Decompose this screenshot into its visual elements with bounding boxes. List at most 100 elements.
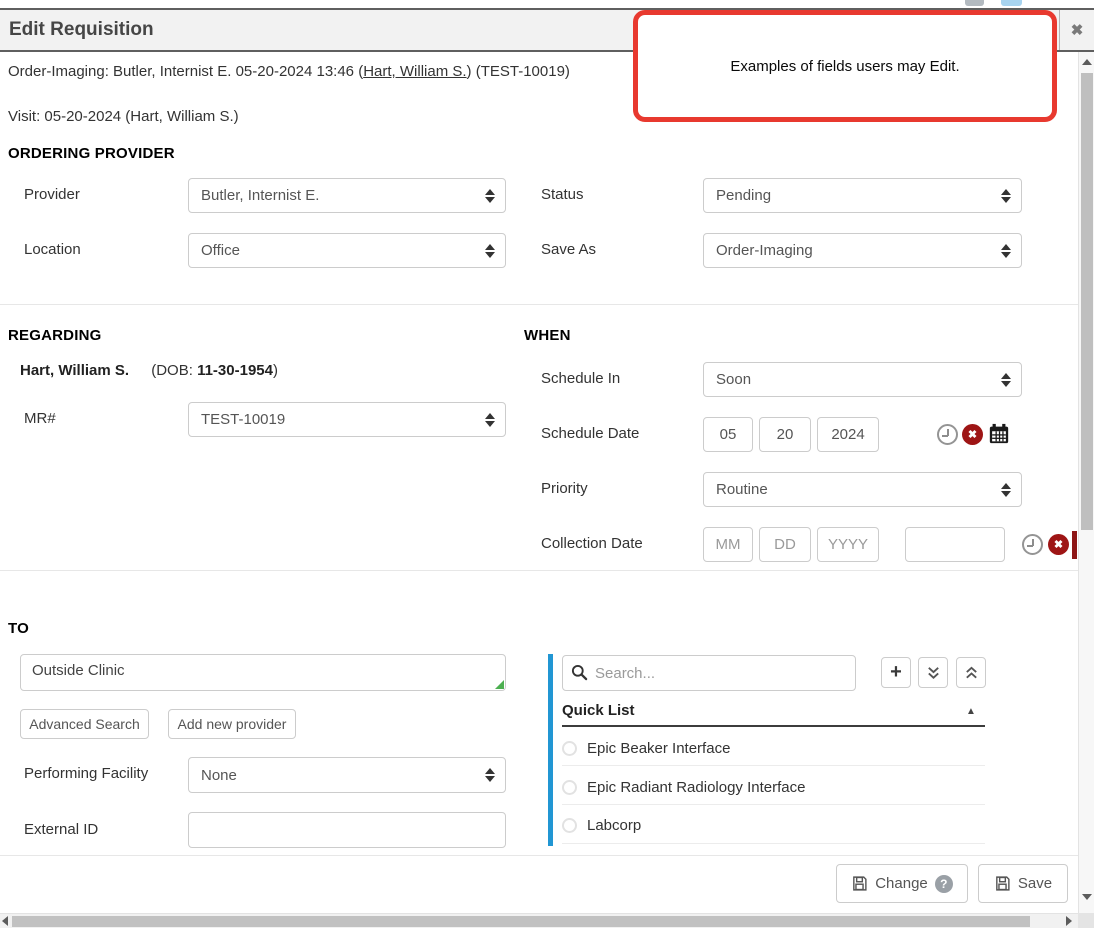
provider-value: Butler, Internist E.	[201, 187, 319, 204]
section-when: WHEN	[524, 327, 571, 344]
schedule-in-select[interactable]: Soon	[703, 362, 1022, 397]
search-icon	[571, 664, 588, 681]
vertical-scroll-thumb[interactable]	[1081, 73, 1093, 530]
schedule-date-label: Schedule Date	[541, 425, 639, 442]
list-divider	[562, 765, 985, 766]
annotation-text: Examples of fields users may Edit.	[730, 58, 959, 75]
background-icon-blue	[1001, 0, 1022, 6]
save-button[interactable]: Save	[978, 864, 1068, 903]
mr-label: MR#	[24, 410, 56, 427]
quick-list-item-label: Epic Beaker Interface	[587, 740, 730, 757]
order-summary-line: Order-Imaging: Butler, Internist E. 05-2…	[8, 63, 570, 80]
select-updown-icon	[1001, 244, 1011, 258]
mr-select[interactable]: TEST-10019	[188, 402, 506, 437]
collapse-all-button[interactable]	[956, 657, 986, 688]
plus-icon: +	[890, 661, 902, 684]
performing-facility-select[interactable]: None	[188, 757, 506, 793]
radio-icon[interactable]	[562, 818, 577, 833]
select-updown-icon	[485, 244, 495, 258]
quick-list-item[interactable]: Labcorp	[562, 810, 985, 840]
schedule-time-icon[interactable]	[937, 424, 958, 445]
section-ordering-provider: ORDERING PROVIDER	[8, 145, 175, 162]
horizontal-scroll-thumb[interactable]	[12, 916, 1030, 927]
status-value: Pending	[716, 187, 771, 204]
location-select[interactable]: Office	[188, 233, 506, 268]
save-as-select[interactable]: Order-Imaging	[703, 233, 1022, 268]
quick-list-collapse-icon[interactable]: ▲	[966, 706, 976, 717]
collection-clear-icon[interactable]: ✖	[1048, 534, 1069, 555]
quick-list-item-label: Epic Radiant Radiology Interface	[587, 779, 805, 796]
list-divider	[562, 843, 985, 844]
location-label: Location	[24, 241, 81, 258]
quick-list-title: Quick List	[562, 702, 635, 719]
patient-link[interactable]: Hart, William S.	[363, 63, 466, 80]
vertical-scrollbar[interactable]	[1078, 52, 1094, 913]
divider	[0, 304, 1078, 305]
scroll-right-icon[interactable]	[1066, 916, 1072, 926]
performing-facility-label: Performing Facility	[24, 765, 148, 782]
advanced-search-button[interactable]: Advanced Search	[20, 709, 149, 739]
scroll-left-icon[interactable]	[2, 916, 8, 926]
expand-all-button[interactable]	[918, 657, 948, 688]
external-id-input[interactable]	[188, 812, 506, 848]
annotation-callout: Examples of fields users may Edit.	[633, 10, 1057, 122]
priority-select[interactable]: Routine	[703, 472, 1022, 507]
scroll-down-icon[interactable]	[1082, 894, 1092, 900]
mr-value: TEST-10019	[201, 411, 285, 428]
collection-day-input[interactable]	[759, 527, 811, 562]
double-chevron-down-icon	[926, 665, 941, 681]
clear-glyph: ✖	[968, 428, 977, 441]
priority-label: Priority	[541, 480, 588, 497]
scrollbar-corner	[1078, 913, 1094, 928]
divider	[0, 855, 1078, 856]
horizontal-scrollbar[interactable]	[0, 913, 1094, 928]
select-updown-icon	[1001, 373, 1011, 387]
collection-calendar-icon[interactable]	[1072, 531, 1077, 559]
section-to: TO	[8, 620, 29, 637]
quick-list-item[interactable]: Epic Beaker Interface	[562, 733, 985, 763]
scroll-up-icon[interactable]	[1082, 59, 1092, 65]
radio-icon[interactable]	[562, 780, 577, 795]
collection-month-input[interactable]	[703, 527, 753, 562]
save-as-label: Save As	[541, 241, 596, 258]
schedule-in-label: Schedule In	[541, 370, 620, 387]
double-chevron-up-icon	[964, 665, 979, 681]
patient-dob: (DOB: 11-30-1954)	[151, 362, 278, 379]
select-updown-icon	[1001, 483, 1011, 497]
list-divider	[562, 804, 985, 805]
resize-grip-icon[interactable]	[495, 680, 504, 689]
schedule-clear-icon[interactable]: ✖	[962, 424, 983, 445]
save-disk-icon	[994, 875, 1011, 892]
edit-requisition-dialog: Edit Requisition ✖ Examples of fields us…	[0, 0, 1094, 928]
section-regarding: REGARDING	[8, 327, 101, 344]
schedule-year-input[interactable]	[817, 417, 879, 452]
close-button[interactable]: ✖	[1059, 10, 1094, 50]
quick-list-item-label: Labcorp	[587, 817, 641, 834]
close-icon: ✖	[1071, 21, 1084, 39]
change-button[interactable]: Change ?	[836, 864, 968, 903]
schedule-day-input[interactable]	[759, 417, 811, 452]
provider-select[interactable]: Butler, Internist E.	[188, 178, 506, 213]
external-id-label: External ID	[24, 821, 98, 838]
schedule-month-input[interactable]	[703, 417, 753, 452]
recipient-field-wrap: Outside Clinic	[20, 654, 506, 691]
add-new-provider-button[interactable]: Add new provider	[168, 709, 296, 739]
visit-summary-line: Visit: 05-20-2024 (Hart, William S.)	[8, 108, 239, 125]
priority-value: Routine	[716, 481, 768, 498]
collection-time-icon[interactable]	[1022, 534, 1043, 555]
quick-list-item[interactable]: Epic Radiant Radiology Interface	[562, 772, 985, 802]
recipient-textarea[interactable]: Outside Clinic	[20, 654, 506, 691]
add-recipient-button[interactable]: +	[881, 657, 911, 688]
order-summary-suffix: ) (TEST-10019)	[467, 63, 570, 80]
radio-icon[interactable]	[562, 741, 577, 756]
help-icon[interactable]: ?	[935, 875, 953, 893]
schedule-calendar-icon[interactable]	[988, 423, 1010, 445]
schedule-in-value: Soon	[716, 371, 751, 388]
collection-year-input[interactable]	[817, 527, 879, 562]
patient-line: Hart, William S. (DOB: 11-30-1954)	[20, 362, 278, 379]
recipient-search-input[interactable]	[562, 655, 856, 691]
status-select[interactable]: Pending	[703, 178, 1022, 213]
performing-facility-value: None	[201, 767, 237, 784]
collection-time-input[interactable]	[905, 527, 1005, 562]
select-updown-icon	[485, 413, 495, 427]
